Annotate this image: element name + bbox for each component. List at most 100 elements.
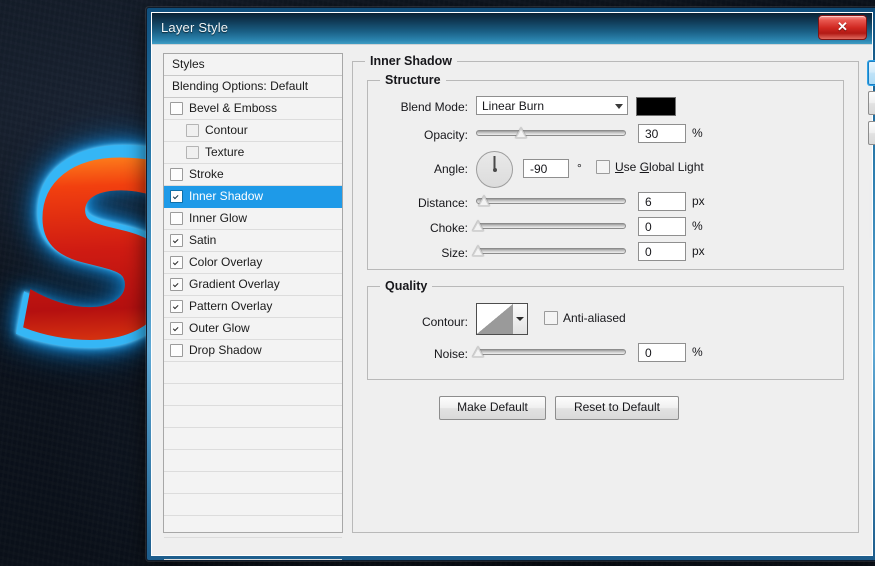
style-enable-checkbox[interactable] [170,278,183,291]
styles-list-item[interactable]: Gradient Overlay [164,274,342,296]
blend-mode-select[interactable]: Linear Burn [476,96,628,115]
styles-list-item[interactable]: Stroke [164,164,342,186]
letter-s-fill: S [20,153,155,369]
blend-mode-value: Linear Burn [482,99,544,113]
styles-list-item-label: Inner Shadow [189,186,263,207]
opacity-input[interactable]: 30 [638,124,686,143]
shadow-color-swatch[interactable] [636,97,676,116]
styles-list-item[interactable]: Contour [164,120,342,142]
inner-shadow-group: Inner Shadow Structure Blend Mode: Linea… [352,61,859,533]
style-enable-checkbox[interactable] [170,102,183,115]
styles-list-empty-row [164,384,342,406]
styles-list-item[interactable]: Bevel & Emboss [164,98,342,120]
blending-options-row[interactable]: Blending Options: Default [164,76,342,98]
choke-label: Choke: [376,221,468,235]
angle-input[interactable]: -90 [523,159,569,178]
anti-aliased-box [544,311,558,325]
angle-label: Angle: [376,162,468,176]
size-input[interactable]: 0 [638,242,686,261]
style-enable-checkbox[interactable] [170,322,183,335]
styles-list-item[interactable]: Inner Shadow [164,186,342,208]
use-global-light-box [596,160,610,174]
style-enable-checkbox[interactable] [170,212,183,225]
styles-list-empty-row [164,428,342,450]
angle-dial-hub [493,168,497,172]
distance-slider[interactable] [476,194,626,208]
style-enable-checkbox[interactable] [170,168,183,181]
inner-shadow-title: Inner Shadow [365,54,457,68]
choke-slider[interactable] [476,219,626,233]
contour-swatch[interactable] [476,303,514,335]
angle-dial[interactable] [476,151,513,188]
noise-input[interactable]: 0 [638,343,686,362]
contour-curve-icon [477,304,513,334]
close-icon[interactable]: ✕ [818,15,867,40]
ok-button[interactable]: OK [868,61,875,85]
styles-list: Bevel & EmbossContourTextureStrokeInner … [164,98,342,560]
style-enable-checkbox[interactable] [186,124,199,137]
structure-group: Structure Blend Mode: Linear Burn Opacit… [367,80,844,270]
blend-mode-label: Blend Mode: [376,100,468,114]
styles-list-item-label: Satin [189,230,216,251]
make-default-button[interactable]: Make Default [439,396,546,420]
noise-slider[interactable] [476,345,626,359]
styles-list-item[interactable]: Color Overlay [164,252,342,274]
chevron-down-icon [516,317,524,321]
opacity-unit: % [692,126,703,140]
noise-slider-track [476,349,626,355]
artwork-letter-s: S S [12,140,162,380]
distance-input[interactable]: 6 [638,192,686,211]
style-enable-checkbox[interactable] [170,256,183,269]
noise-slider-thumb[interactable] [472,346,484,357]
styles-list-item-label: Inner Glow [189,208,247,229]
title-bar: Layer Style ✕ [152,13,872,45]
style-enable-checkbox[interactable] [170,344,183,357]
styles-list-item[interactable]: Inner Glow [164,208,342,230]
contour-label: Contour: [376,315,468,329]
styles-list-item[interactable]: Pattern Overlay [164,296,342,318]
choke-slider-thumb[interactable] [472,220,484,231]
quality-group: Quality Contour: Anti-aliased [367,286,844,380]
choke-input[interactable]: 0 [638,217,686,236]
use-global-light-checkbox[interactable]: Use Global Light [596,160,704,174]
styles-list-empty-row [164,362,342,384]
choke-slider-track [476,223,626,229]
styles-list-empty-row [164,538,342,560]
styles-list-item[interactable]: Satin [164,230,342,252]
opacity-slider-thumb[interactable] [515,127,527,138]
new-style-button[interactable]: New Style... [868,121,875,145]
reset-to-default-button[interactable]: Reset to Default [555,396,679,420]
styles-list-empty-row [164,516,342,538]
distance-unit: px [692,194,705,208]
opacity-slider[interactable] [476,126,626,140]
styles-list-item[interactable]: Outer Glow [164,318,342,340]
styles-list-item-label: Stroke [189,164,224,185]
style-enable-checkbox[interactable] [170,300,183,313]
dialog-inner: Layer Style ✕ Styles Blending Options: D… [151,12,873,556]
opacity-label: Opacity: [376,128,468,142]
use-global-light-label: Use Global Light [615,160,704,174]
styles-list-item[interactable]: Texture [164,142,342,164]
style-enable-checkbox[interactable] [170,234,183,247]
styles-header: Styles [164,54,342,76]
structure-legend: Structure [380,73,446,87]
size-slider-thumb[interactable] [472,245,484,256]
size-label: Size: [376,246,468,260]
anti-aliased-checkbox[interactable]: Anti-aliased [544,311,626,325]
styles-list-item-label: Outer Glow [189,318,250,339]
quality-legend: Quality [380,279,432,293]
size-slider[interactable] [476,244,626,258]
window-title: Layer Style [161,20,228,35]
distance-slider-thumb[interactable] [478,195,490,206]
style-enable-checkbox[interactable] [170,190,183,203]
choke-unit: % [692,219,703,233]
styles-list-item[interactable]: Drop Shadow [164,340,342,362]
styles-list-item-label: Texture [205,142,244,163]
chevron-down-icon [615,104,623,109]
styles-list-item-label: Gradient Overlay [189,274,280,295]
contour-dropdown-button[interactable] [513,303,528,335]
style-enable-checkbox[interactable] [186,146,199,159]
reset-button[interactable]: Reset [868,91,875,115]
opacity-slider-track [476,130,626,136]
noise-unit: % [692,345,703,359]
